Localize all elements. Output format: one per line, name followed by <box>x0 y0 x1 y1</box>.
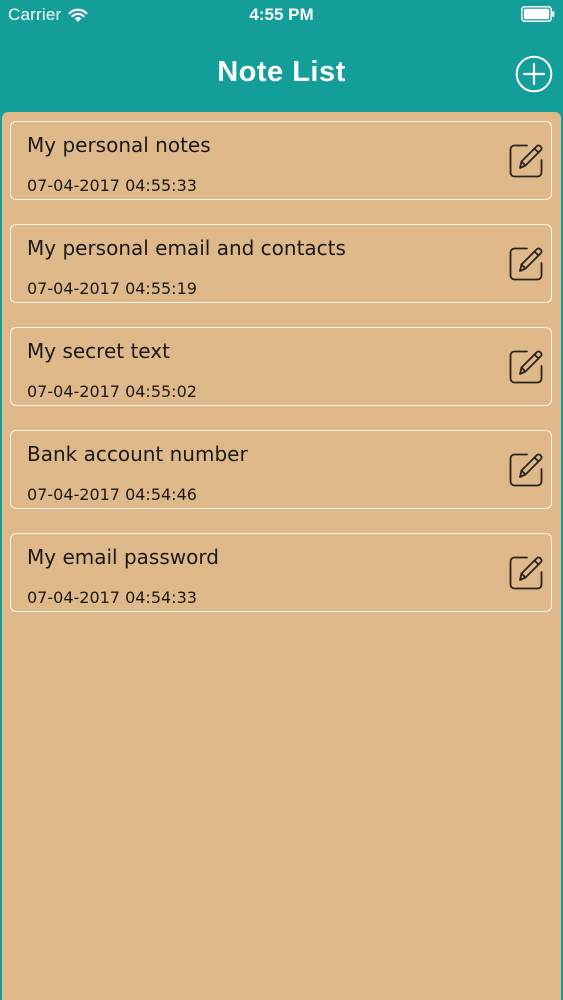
note-date: 07-04-2017 04:55:02 <box>27 382 197 401</box>
note-item[interactable]: My personal notes 07-04-2017 04:55:33 <box>10 121 552 200</box>
battery-icon <box>521 6 555 22</box>
note-item[interactable]: My email password 07-04-2017 04:54:33 <box>10 533 552 612</box>
note-date: 07-04-2017 04:54:33 <box>27 588 197 607</box>
note-title: My personal notes <box>27 133 211 157</box>
add-note-button[interactable] <box>515 55 553 93</box>
edit-pencil-icon <box>509 453 543 487</box>
status-time: 4:55 PM <box>249 5 314 24</box>
edit-pencil-icon <box>509 350 543 384</box>
edit-note-button[interactable] <box>508 246 544 282</box>
edit-pencil-icon <box>509 144 543 178</box>
nav-bar: Note List <box>0 30 563 112</box>
plus-circle-icon <box>515 55 553 93</box>
note-title: Bank account number <box>27 442 248 466</box>
edit-pencil-icon <box>509 247 543 281</box>
note-item[interactable]: Bank account number 07-04-2017 04:54:46 <box>10 430 552 509</box>
edit-note-button[interactable] <box>508 349 544 385</box>
edit-note-button[interactable] <box>508 555 544 591</box>
note-title: My email password <box>27 545 219 569</box>
status-bar: Carrier 4:55 PM <box>0 0 563 30</box>
page-title: Note List <box>217 56 346 88</box>
note-title: My secret text <box>27 339 170 363</box>
note-date: 07-04-2017 04:54:46 <box>27 485 197 504</box>
note-date: 07-04-2017 04:55:33 <box>27 176 197 195</box>
note-item[interactable]: My secret text 07-04-2017 04:55:02 <box>10 327 552 406</box>
note-item[interactable]: My personal email and contacts 07-04-201… <box>10 224 552 303</box>
edit-pencil-icon <box>509 556 543 590</box>
note-date: 07-04-2017 04:55:19 <box>27 279 197 298</box>
note-title: My personal email and contacts <box>27 236 346 260</box>
edit-note-button[interactable] <box>508 143 544 179</box>
edit-note-button[interactable] <box>508 452 544 488</box>
notes-panel: My personal notes 07-04-2017 04:55:33 My… <box>2 112 561 1000</box>
